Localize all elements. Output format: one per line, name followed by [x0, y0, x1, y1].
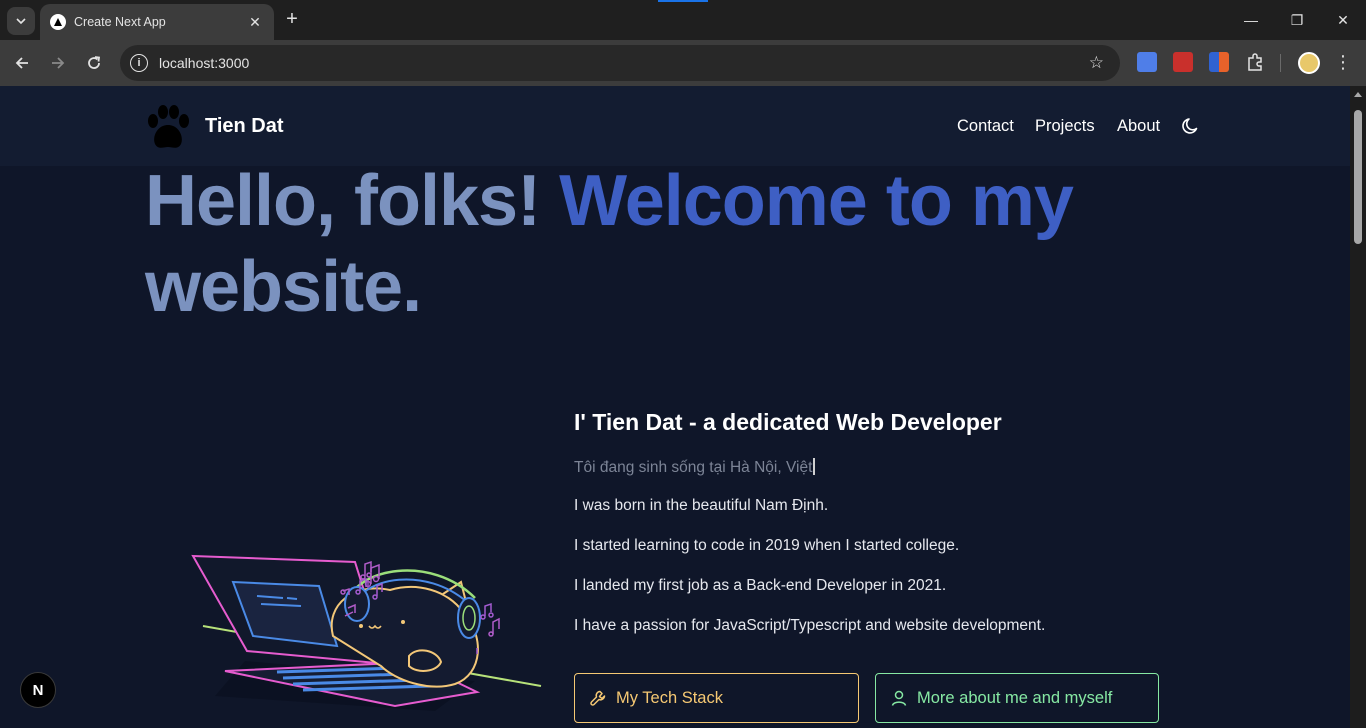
moon-icon[interactable]: [1181, 116, 1201, 136]
hero-welcome: Welcome to my: [559, 161, 1074, 241]
tech-stack-button-label: My Tech Stack: [616, 688, 723, 707]
nextjs-dev-badge[interactable]: N: [20, 672, 56, 708]
nextjs-favicon-icon: [50, 14, 66, 30]
tab-search-button[interactable]: [7, 7, 35, 35]
hero-website: website.: [145, 247, 422, 327]
user-icon: [891, 690, 907, 706]
site-header: Tien Dat Contact Projects About: [0, 86, 1350, 166]
window-close-button[interactable]: ✕: [1320, 0, 1366, 40]
nav-link-contact[interactable]: Contact: [957, 117, 1014, 136]
page-viewport: Tien Dat Contact Projects About Hello, f…: [0, 86, 1350, 728]
back-button[interactable]: [8, 49, 36, 77]
extension-orange-icon[interactable]: [1209, 52, 1229, 72]
window-minimize-button[interactable]: —: [1228, 0, 1274, 40]
about-me-button-label: More about me and myself: [917, 688, 1113, 707]
extensions-puzzle-icon[interactable]: [1245, 52, 1265, 72]
tab-title: Create Next App: [74, 15, 166, 29]
browser-tabstrip: Create Next App ✕ + — ❐ ✕: [0, 0, 1366, 40]
bookmark-star-icon[interactable]: ☆: [1089, 53, 1104, 73]
about-me-button[interactable]: More about me and myself: [875, 673, 1159, 723]
wrench-icon: [590, 690, 606, 706]
typing-caret: [813, 458, 815, 475]
typing-text: Tôi đang sinh sống tại Hà Nội, Việt: [574, 458, 1174, 477]
address-bar-url[interactable]: localhost:3000: [159, 55, 1089, 71]
hero-heading: Hello, folks! Welcome to my website.: [145, 158, 1195, 330]
browser-tab-active[interactable]: Create Next App ✕: [40, 4, 274, 40]
intro-paragraph: I landed my first job as a Back-end Deve…: [574, 577, 947, 594]
arrow-right-icon: [52, 57, 65, 69]
intro-title: I' Tien Dat - a dedicated Web Developer: [574, 409, 1002, 435]
tab-close-icon[interactable]: ✕: [246, 14, 264, 31]
scrollbar-thumb[interactable]: [1354, 110, 1362, 244]
hero-greeting: Hello, folks!: [145, 161, 560, 241]
site-info-icon[interactable]: i: [130, 54, 148, 72]
chevron-down-icon: [16, 18, 26, 25]
reload-icon: [88, 56, 101, 69]
google-translate-extension-icon[interactable]: [1137, 52, 1157, 72]
nav-link-projects[interactable]: Projects: [1035, 117, 1095, 136]
intro-section: I' Tien Dat - a dedicated Web Developer …: [574, 409, 1174, 635]
page-scrollbar[interactable]: [1350, 86, 1366, 728]
site-brand-name[interactable]: Tien Dat: [205, 115, 284, 138]
profile-avatar[interactable]: [1298, 52, 1320, 74]
browser-toolbar: i localhost:3000 ☆ ⋮: [0, 40, 1366, 86]
scroll-up-arrow-icon[interactable]: [1354, 92, 1362, 97]
tech-stack-button[interactable]: My Tech Stack: [574, 673, 859, 723]
reload-button[interactable]: [80, 49, 108, 77]
new-tab-button[interactable]: +: [280, 8, 304, 32]
intro-paragraph: I was born in the beautiful Nam Định.: [574, 497, 829, 514]
paw-icon[interactable]: [143, 103, 193, 153]
arrow-left-icon: [15, 57, 28, 69]
toolbar-separator: [1280, 54, 1281, 72]
address-bar[interactable]: i localhost:3000 ☆: [120, 45, 1120, 81]
cat-laptop-illustration: [191, 554, 542, 711]
typing-text-content: Tôi đang sinh sống tại Hà Nội, Việt: [574, 459, 813, 476]
nav-link-about[interactable]: About: [1117, 117, 1160, 136]
forward-button[interactable]: [44, 49, 72, 77]
window-restore-button[interactable]: ❐: [1274, 0, 1320, 40]
extension-red-icon[interactable]: [1173, 52, 1193, 72]
browser-menu-icon[interactable]: ⋮: [1334, 50, 1352, 74]
intro-paragraph: I have a passion for JavaScript/Typescri…: [574, 617, 1046, 634]
intro-paragraph: I started learning to code in 2019 when …: [574, 537, 960, 554]
tabstrip-accent: [658, 0, 708, 2]
